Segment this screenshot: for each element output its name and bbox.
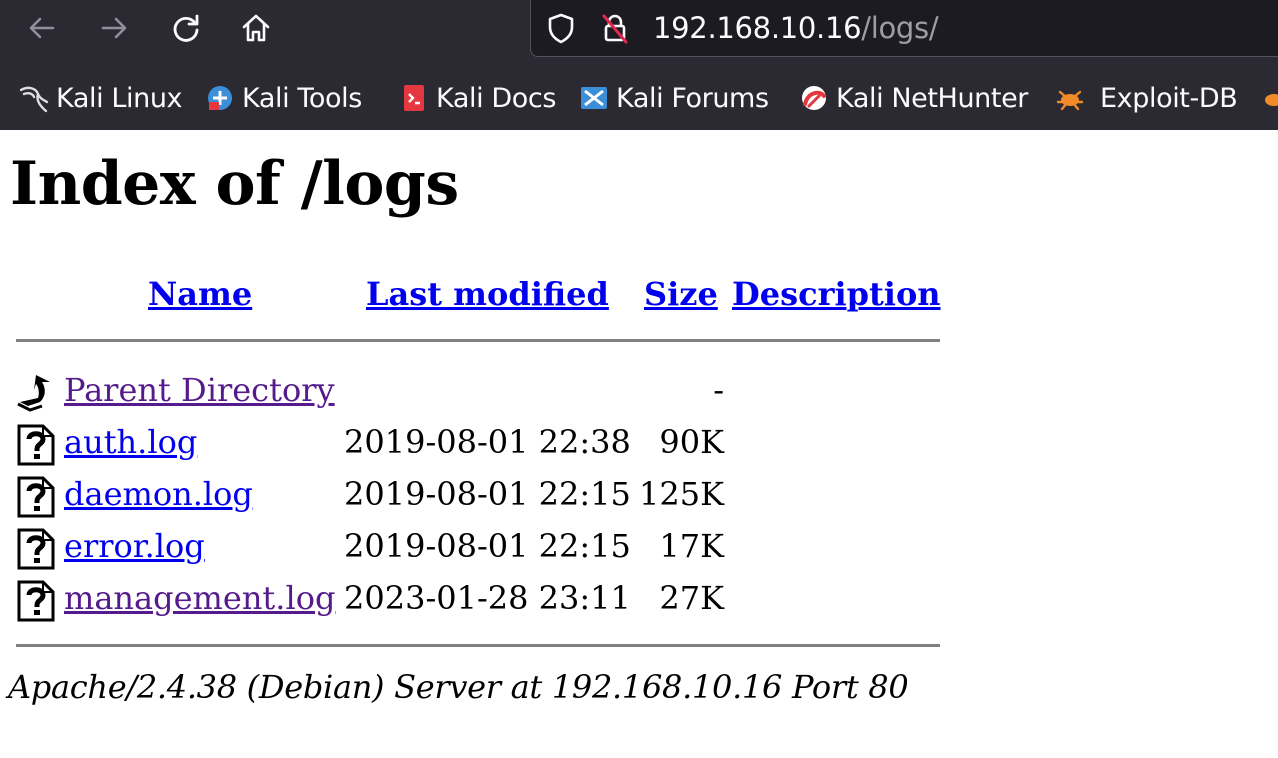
- file-row: management.log 2023-01-28 23:11 27K: [0, 574, 1000, 624]
- unknown-file-icon: [17, 476, 55, 518]
- page-title: Index of /logs: [10, 149, 459, 219]
- kali-nethunter-icon: [798, 82, 830, 114]
- file-size: 125K: [639, 475, 724, 513]
- bookmark-overflow-partial[interactable]: [1258, 78, 1278, 118]
- file-row: auth.log 2019-08-01 22:38 90K: [0, 418, 1000, 468]
- tracking-protection-shield-icon[interactable]: [545, 12, 577, 44]
- unknown-file-icon: [17, 580, 55, 622]
- page-content: Index of /logs Name Last modified Size D…: [0, 130, 1278, 758]
- bookmark-exploit-db[interactable]: Exploit-DB: [1054, 78, 1238, 118]
- bookmark-kali-linux[interactable]: Kali Linux: [18, 78, 183, 118]
- bookmarks-toolbar: Kali Linux Kali Tools Kali Docs Kali For…: [0, 70, 1278, 126]
- file-link[interactable]: error.log: [64, 526, 205, 566]
- kali-docs-icon: [398, 82, 430, 114]
- bookmark-label: Exploit-DB: [1100, 82, 1238, 114]
- column-header-size[interactable]: Size: [644, 274, 718, 314]
- kali-dragon-icon: [18, 82, 50, 114]
- bookmark-kali-nethunter[interactable]: Kali NetHunter: [798, 78, 1028, 118]
- bookmark-partial-icon: [1258, 82, 1278, 114]
- column-header-description[interactable]: Description: [732, 274, 941, 314]
- bookmark-kali-forums[interactable]: Kali Forums: [578, 78, 769, 118]
- file-last-modified: 2023-01-28 23:11: [344, 579, 631, 617]
- url-bar[interactable]: 192.168.10.16/logs/: [530, 0, 1278, 57]
- file-link[interactable]: management.log: [64, 578, 335, 618]
- navigation-toolbar: 192.168.10.16/logs/: [0, 0, 1278, 60]
- reload-button[interactable]: [164, 6, 208, 50]
- file-size: 17K: [659, 527, 724, 565]
- file-size: 27K: [659, 579, 724, 617]
- home-button[interactable]: [234, 6, 278, 50]
- bookmark-label: Kali Tools: [242, 82, 362, 114]
- forward-button[interactable]: [92, 6, 136, 50]
- exploit-db-icon: [1054, 82, 1086, 114]
- column-header-last-modified[interactable]: Last modified: [366, 274, 609, 314]
- parent-directory-row: Parent Directory -: [0, 366, 1000, 416]
- insecure-lock-icon[interactable]: [599, 12, 631, 44]
- kali-forums-icon: [578, 82, 610, 114]
- bookmark-label: Kali Linux: [56, 82, 183, 114]
- footer-divider: [16, 644, 940, 647]
- file-link[interactable]: auth.log: [64, 422, 197, 462]
- url-path: /logs/: [861, 11, 939, 45]
- file-row: daemon.log 2019-08-01 22:15 125K: [0, 470, 1000, 520]
- file-row: error.log 2019-08-01 22:15 17K: [0, 522, 1000, 572]
- forward-arrow-icon: [101, 17, 127, 39]
- back-arrow-icon: [29, 17, 55, 39]
- parent-directory-link[interactable]: Parent Directory: [64, 370, 335, 410]
- unknown-file-icon: [17, 424, 55, 466]
- url-text[interactable]: 192.168.10.16/logs/: [653, 9, 939, 47]
- file-last-modified: 2019-08-01 22:38: [344, 423, 631, 461]
- bookmark-kali-tools[interactable]: Kali Tools: [204, 78, 362, 118]
- server-signature: Apache/2.4.38 (Debian) Server at 192.168…: [8, 668, 909, 706]
- column-header-name[interactable]: Name: [148, 274, 252, 314]
- bookmark-label: Kali Docs: [436, 82, 556, 114]
- home-icon: [242, 14, 270, 42]
- unknown-file-icon: [17, 528, 55, 570]
- reload-icon: [173, 14, 199, 42]
- url-host: 192.168.10.16: [653, 11, 862, 45]
- back-arrow-icon: [17, 375, 50, 412]
- kali-tools-icon: [204, 82, 236, 114]
- back-button[interactable]: [20, 6, 64, 50]
- bookmark-label: Kali Forums: [616, 82, 769, 114]
- bookmark-kali-docs[interactable]: Kali Docs: [398, 78, 556, 118]
- bookmark-label: Kali NetHunter: [836, 82, 1028, 114]
- file-last-modified: 2019-08-01 22:15: [344, 527, 631, 565]
- file-link[interactable]: daemon.log: [64, 474, 253, 514]
- file-size: 90K: [659, 423, 724, 461]
- file-last-modified: 2019-08-01 22:15: [344, 475, 631, 513]
- browser-chrome: 192.168.10.16/logs/ Kali Linux Kali Tool…: [0, 0, 1278, 130]
- header-divider: [16, 339, 940, 342]
- file-size: -: [713, 371, 724, 409]
